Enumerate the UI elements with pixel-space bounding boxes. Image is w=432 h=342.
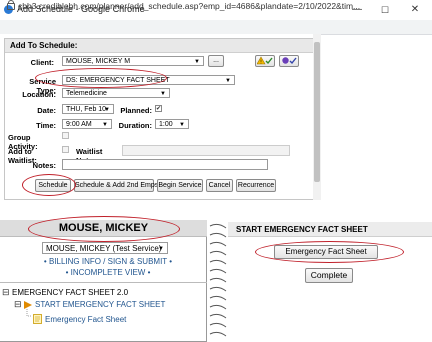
alert-button[interactable]: ! — [255, 55, 275, 67]
bullet: • — [65, 268, 69, 277]
incomplete-view-link[interactable]: INCOMPLETE VIEW — [71, 268, 146, 277]
status-button[interactable] — [279, 55, 299, 67]
close-button[interactable]: ✕ — [404, 2, 426, 18]
address-bar[interactable] — [0, 20, 432, 35]
waitlist-notes-input[interactable] — [122, 145, 290, 156]
chevron-down-icon: ▼ — [160, 91, 166, 97]
client-select[interactable]: MOUSE, MICKEY M ▼ — [62, 56, 204, 66]
cancel-button[interactable]: Cancel — [206, 179, 233, 192]
svg-text:!: ! — [260, 60, 262, 65]
time-label: Time: — [36, 121, 56, 130]
group-activity-checkbox[interactable] — [62, 132, 69, 139]
fact-sheet-highlight — [255, 241, 404, 263]
start-fact-sheet-link[interactable]: START EMERGENCY FACT SHEET — [35, 300, 165, 309]
notes-label: Notes: — [32, 161, 56, 170]
schedule-add-2nd-emps-button[interactable]: Schedule & Add 2nd Emps — [74, 179, 158, 192]
service-type-highlight — [35, 68, 167, 88]
billing-row: • BILLING INFO / SIGN & SUBMIT • — [28, 257, 188, 266]
client-value: MOUSE, MICKEY M — [66, 58, 131, 65]
form-panel-title: START EMERGENCY FACT SHEET — [236, 225, 368, 234]
add-to-waitlist-checkbox[interactable] — [62, 146, 69, 153]
scrollbar-thumb[interactable] — [314, 42, 320, 182]
chevron-down-icon: ▼ — [225, 78, 231, 84]
warning-check-icon: ! — [256, 56, 273, 66]
lock-icon — [7, 0, 15, 10]
incomplete-row: • INCOMPLETE VIEW • — [28, 268, 188, 277]
bullet: • — [169, 257, 173, 266]
billing-info-link[interactable]: BILLING INFO / SIGN & SUBMIT — [49, 257, 167, 266]
location-select[interactable]: Telemedicine ▼ — [62, 88, 170, 98]
chevron-down-icon: ▼ — [179, 122, 185, 128]
form-document-icon — [33, 314, 42, 324]
tree-collapse-icon[interactable]: ⊟ — [2, 287, 10, 298]
time-select[interactable]: 9:00 AM ▼ — [62, 119, 112, 129]
arrow-right-icon — [24, 301, 32, 309]
client-lookup-button[interactable]: ... — [208, 55, 224, 67]
maximize-button[interactable]: ☐ — [374, 2, 396, 18]
url-text[interactable]: cbh3.crediblebh.com/planner/add_schedule… — [18, 1, 360, 11]
spiral-binding — [209, 223, 227, 337]
patient-name-highlight — [28, 216, 180, 242]
form-header-title: Add To Schedule: — [10, 41, 78, 50]
client-service-value: MOUSE, MICKEY (Test Service) — [46, 244, 162, 253]
date-label: Date: — [37, 106, 56, 115]
planned-label: Planned: — [120, 106, 152, 115]
tree-collapse-icon[interactable]: ⊟ — [14, 299, 22, 310]
notes-input[interactable] — [62, 159, 268, 170]
duration-value: 1:00 — [159, 121, 173, 128]
chevron-down-icon: ▼ — [194, 59, 200, 65]
recurrence-button[interactable]: Recurrence — [236, 179, 276, 192]
planned-checkbox[interactable]: ✔ — [155, 105, 162, 112]
complete-button[interactable]: Complete — [305, 268, 353, 283]
date-value: THU, Feb 10 — [66, 106, 107, 113]
client-label: Client: — [30, 58, 54, 67]
location-label: Location: — [22, 90, 56, 99]
status-dot-check-icon — [282, 57, 297, 65]
tree-root-label[interactable]: EMERGENCY FACT SHEET 2.0 — [12, 288, 128, 297]
time-value: 9:00 AM — [66, 121, 92, 128]
divider — [0, 282, 207, 283]
emergency-fact-sheet-link[interactable]: Emergency Fact Sheet — [45, 315, 126, 324]
bullet: • — [147, 268, 151, 277]
chevron-down-icon: ▼ — [102, 122, 108, 128]
duration-select[interactable]: 1:00 ▼ — [155, 119, 189, 129]
begin-service-button[interactable]: Begin Service — [157, 179, 203, 192]
duration-label: Duration: — [118, 121, 152, 130]
chevron-down-icon: ▼ — [158, 246, 164, 252]
schedule-button-highlight — [22, 174, 76, 196]
client-service-select[interactable]: MOUSE, MICKEY (Test Service) ▼ — [42, 242, 168, 254]
bullet: • — [43, 257, 47, 266]
chevron-down-icon: ▼ — [104, 107, 110, 113]
date-select[interactable]: THU, Feb 10 ▼ — [62, 104, 114, 114]
location-value: Telemedicine — [66, 90, 107, 97]
